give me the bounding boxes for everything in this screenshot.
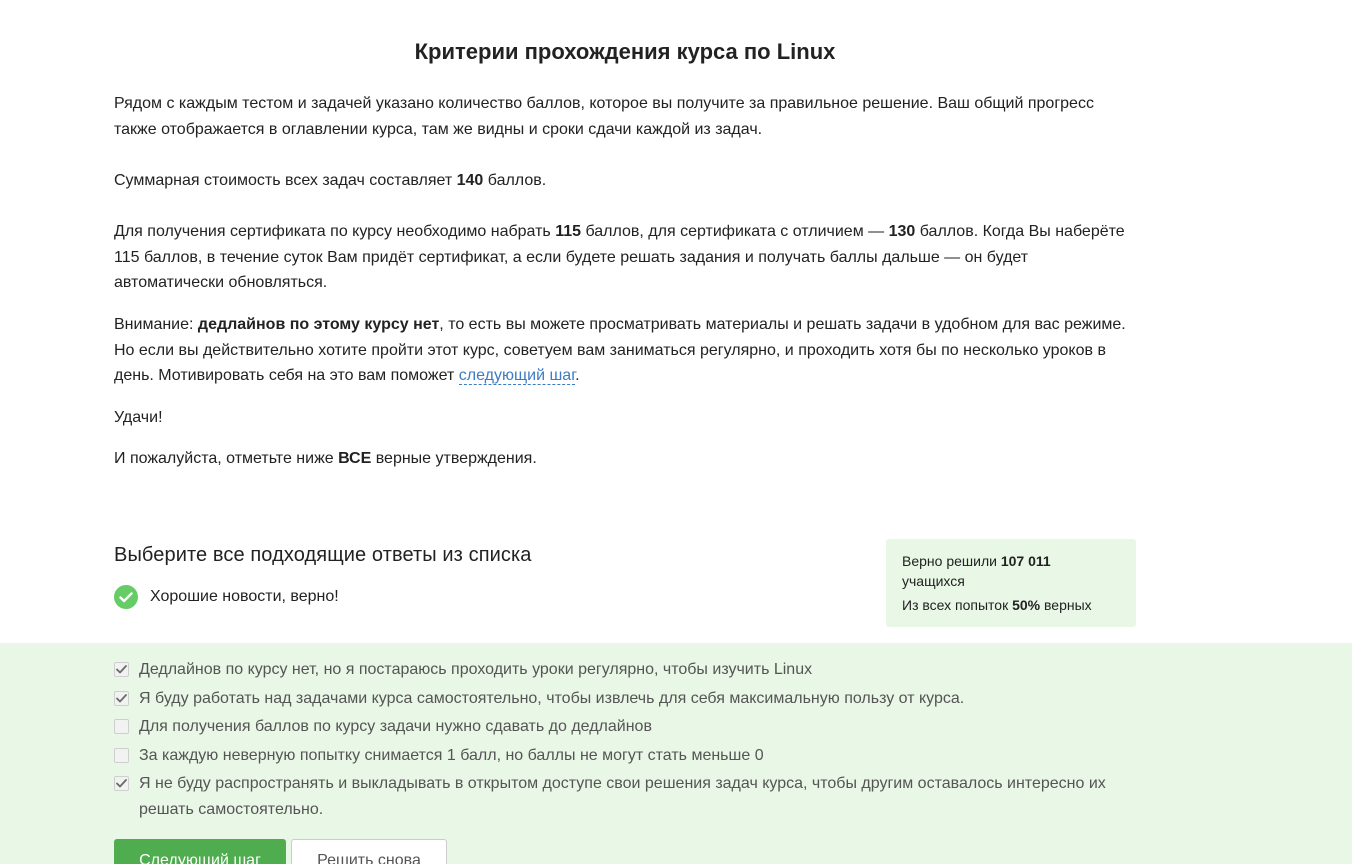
checkmark-icon [116,665,127,674]
attempts-stat: Из всех попыток 50% верных [902,595,1120,615]
checkmark-icon [116,779,127,788]
deadlines-text-1: Внимание: [114,316,198,333]
check-circle-icon [114,585,138,609]
option-label: Дедлайнов по курсу нет, но я постараюсь … [139,661,813,678]
total-points-text: Суммарная стоимость всех задач составляе… [114,172,457,189]
certificate-text-2: баллов, для сертификата с отличием — [581,223,889,240]
quiz-heading: Выберите все подходящие ответы из списка [114,544,532,566]
checkbox-checked[interactable] [114,776,129,791]
distinction-points: 130 [888,223,916,240]
instructions-paragraph: И пожалуйста, отметьте ниже ВСЕ верные у… [114,446,1136,472]
feedback-text: Хорошие новости, верно! [150,588,339,605]
solved-suffix: учащихся [902,573,965,589]
solved-prefix: Верно решили [902,553,1001,569]
step-page: Критерии прохождения курса по Linux Рядо… [0,0,1352,864]
option-2[interactable]: Я буду работать над задачами курса самос… [114,686,1136,712]
checkmark-icon [116,693,127,702]
deadlines-text-3: . [575,367,580,384]
checkbox-checked[interactable] [114,690,129,706]
attempts-suffix: верных [1040,597,1092,613]
deadlines-paragraph: Внимание: дедлайнов по этому курсу нет, … [114,312,1136,389]
stats-box: Верно решили 107 011 учащихся Из всех по… [886,539,1136,627]
certificate-points: 115 [555,223,582,240]
certificate-paragraph: Для получения сертификата по курсу необх… [114,219,1136,296]
instructions-text-1: И пожалуйста, отметьте ниже [114,450,339,467]
total-points-paragraph: Суммарная стоимость всех задач составляе… [114,168,1136,194]
attempts-percent: 50% [1012,597,1041,613]
instructions-text-2: верные утверждения. [371,450,537,467]
total-points-value: 140 [456,172,484,189]
option-4[interactable]: За каждую неверную попытку снимается 1 б… [114,743,1136,769]
certificate-text-1: Для получения сертификата по курсу необх… [114,223,556,240]
option-label: Я буду работать над задачами курса самос… [139,689,965,707]
instructions-all: ВСЕ [338,450,372,467]
checkbox-checked[interactable] [114,662,129,677]
feedback-message: Хорошие новости, верно! [114,585,339,609]
option-3[interactable]: Для получения баллов по курсу задачи нуж… [114,714,1136,740]
option-label: За каждую неверную попытку снимается 1 б… [139,746,764,764]
points-info-paragraph: Рядом с каждым тестом и задачей указано … [114,95,1094,138]
action-buttons: Следующий шаг Решить снова [114,839,447,864]
next-step-link[interactable]: следующий шаг [458,367,576,385]
next-step-button[interactable]: Следующий шаг [114,839,286,864]
lesson-title: Критерии прохождения курса по Linux [414,39,836,64]
retry-button[interactable]: Решить снова [291,839,447,864]
good-luck-text: Удачи! [114,409,163,426]
options-list: Дедлайнов по курсу нет, но я постараюсь … [114,657,1136,826]
option-5[interactable]: Я не буду распространять и выкладывать в… [114,771,1136,823]
no-deadlines-text: дедлайнов по этому курсу нет [197,316,440,333]
attempts-prefix: Из всех попыток [902,597,1013,613]
solved-count: 107 011 [1000,553,1051,569]
option-1[interactable]: Дедлайнов по курсу нет, но я постараюсь … [114,657,1136,683]
option-label: Я не буду распространять и выкладывать в… [139,775,1106,818]
option-label: Для получения баллов по курсу задачи нуж… [139,718,652,735]
total-points-suffix: баллов. [483,172,547,189]
solved-stat: Верно решили 107 011 [902,551,1120,571]
checkbox-unchecked[interactable] [114,747,129,763]
checkbox-unchecked[interactable] [114,719,129,734]
answers-panel: Дедлайнов по курсу нет, но я постараюсь … [0,643,1352,864]
